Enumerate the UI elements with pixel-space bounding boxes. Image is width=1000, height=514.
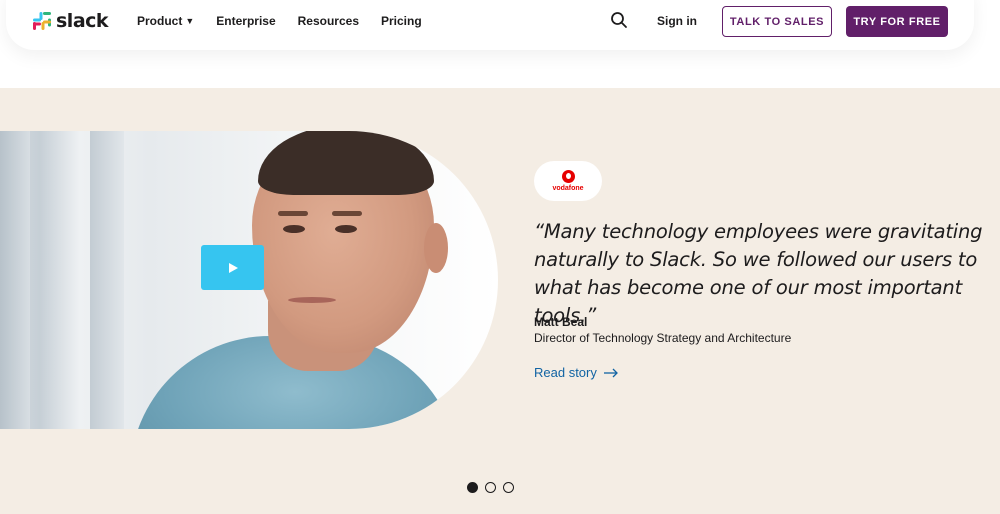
video-background — [0, 131, 30, 429]
chevron-down-icon: ▼ — [185, 16, 195, 26]
person-brow — [332, 211, 362, 216]
slack-logo[interactable]: slack — [32, 10, 109, 32]
nav-enterprise-label: Enterprise — [216, 14, 276, 28]
nav-product-label: Product — [137, 14, 183, 28]
talk-to-sales-button[interactable]: TALK TO SALES — [722, 6, 832, 37]
testimonial-section: vodafone “Many technology employees were… — [0, 88, 1000, 514]
testimonial-video[interactable] — [0, 131, 498, 429]
play-button[interactable] — [201, 245, 264, 290]
testimonial-person-name: Matt Beal — [534, 315, 588, 329]
carousel-dot-1[interactable] — [467, 482, 478, 493]
video-background — [90, 131, 124, 429]
arrow-right-icon — [603, 368, 618, 377]
vodafone-logo-icon — [561, 170, 575, 183]
slack-logo-icon — [33, 12, 51, 30]
signin-link[interactable]: Sign in — [657, 14, 697, 28]
carousel-dot-3[interactable] — [503, 482, 514, 493]
nav-enterprise[interactable]: Enterprise — [216, 14, 275, 28]
person-ear — [424, 223, 448, 273]
nav-resources[interactable]: Resources — [298, 14, 359, 28]
nav-product[interactable]: Product ▼ — [137, 14, 194, 28]
carousel-dots — [467, 482, 514, 493]
customer-brand-name: vodafone — [552, 185, 584, 192]
customer-logo-badge: vodafone — [534, 161, 602, 201]
person-eye — [283, 225, 305, 233]
nav-links: Product ▼ Enterprise Resources Pricing — [137, 14, 422, 28]
top-navbar: slack Product ▼ Enterprise Resources Pri… — [6, 0, 974, 50]
nav-resources-label: Resources — [297, 14, 359, 28]
testimonial-person-role: Director of Technology Strategy and Arch… — [534, 331, 792, 345]
try-for-free-button[interactable]: TRY FOR FREE — [846, 6, 948, 37]
person-mouth — [288, 297, 336, 303]
person-eye — [335, 225, 357, 233]
nav-pricing-label: Pricing — [381, 14, 422, 28]
person-brow — [278, 211, 308, 216]
testimonial-quote: “Many technology employees were gravitat… — [534, 220, 983, 327]
read-story-label: Read story — [534, 365, 597, 380]
person-hair — [258, 131, 434, 195]
search-icon[interactable] — [610, 11, 628, 29]
logo-text: slack — [56, 10, 109, 32]
nav-pricing[interactable]: Pricing — [381, 14, 422, 28]
play-icon — [228, 262, 238, 273]
read-story-link[interactable]: Read story — [534, 365, 619, 380]
carousel-dot-2[interactable] — [485, 482, 496, 493]
